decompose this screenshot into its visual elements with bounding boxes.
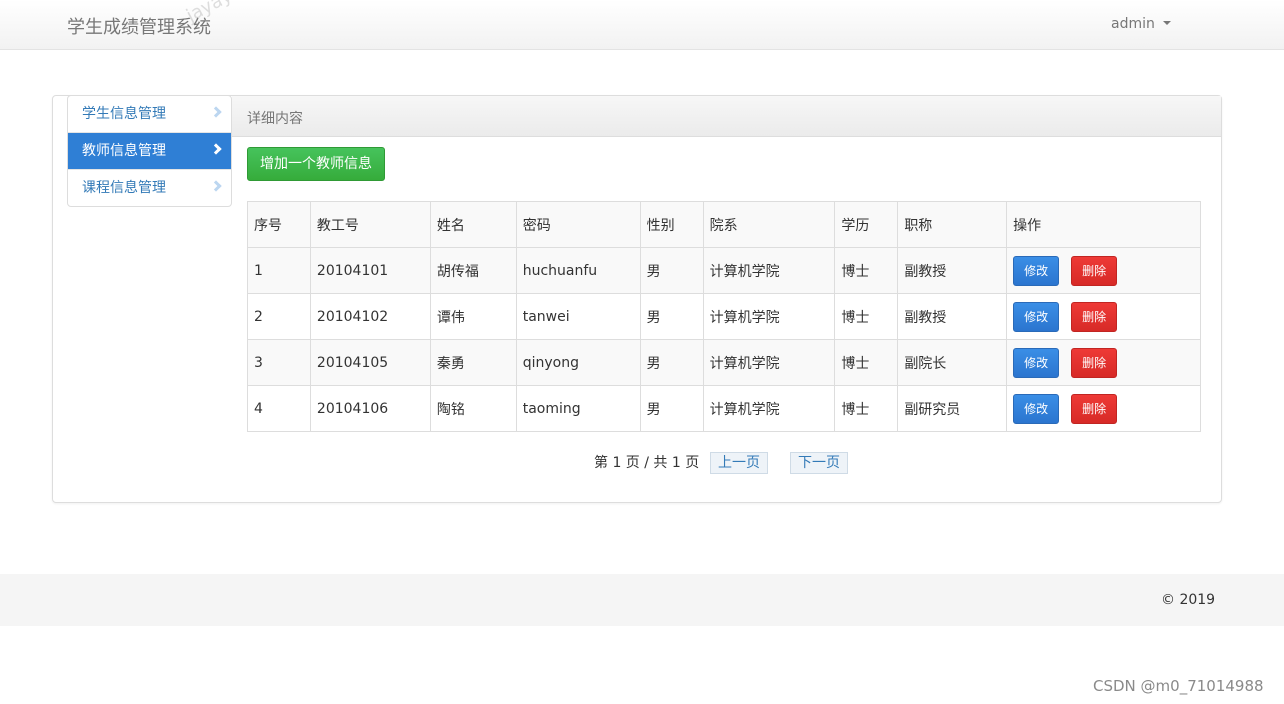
sidebar-item-student-info[interactable]: 学生信息管理: [68, 96, 231, 133]
cell-actions: 修改 删除: [1006, 339, 1201, 386]
teacher-table: 序号 教工号 姓名 密码 性别 院系 学历 职称 操作 1 20104101 胡…: [247, 201, 1201, 432]
cell-gender: 男: [639, 385, 704, 432]
edit-button[interactable]: 修改: [1013, 301, 1060, 332]
caret-down-icon: [1163, 21, 1172, 25]
cell-title: 副教授: [897, 293, 1008, 340]
column-header: 院系: [702, 201, 836, 248]
cell-actions: 修改 删除: [1006, 247, 1201, 294]
cell-name: 陶铭: [429, 385, 517, 432]
cell-index: 3: [247, 339, 311, 386]
top-navbar: 学生成绩管理系统 admin: [0, 0, 1284, 50]
cell-title: 副院长: [897, 339, 1008, 386]
chevron-right-icon: [210, 106, 222, 118]
table-row: 3 20104105 秦勇 qinyong 男 计算机学院 博士 副院长 修改删…: [247, 339, 1201, 386]
sidebar-item-teacher-info[interactable]: 教师信息管理: [68, 133, 231, 170]
add-teacher-button[interactable]: 增加一个教师信息: [247, 147, 385, 181]
cell-password: taoming: [515, 385, 641, 432]
table-row: 1 20104101 胡传福 huchuanfu 男 计算机学院 博士 副教授 …: [247, 247, 1201, 294]
cell-department: 计算机学院: [702, 293, 836, 340]
table-row: 2 20104102 谭伟 tanwei 男 计算机学院 博士 副教授 修改 删除: [247, 293, 1201, 340]
cell-department: 计算机学院: [702, 339, 836, 386]
column-header: 职称: [897, 201, 1008, 248]
cell-index: 4: [247, 385, 311, 432]
edit-button[interactable]: 修改: [1013, 255, 1060, 286]
cell-degree: 博士: [834, 385, 899, 432]
chevron-right-icon: [210, 143, 222, 155]
cell-staff-id: 20104105: [309, 339, 431, 386]
cell-staff-id: 20104101: [309, 247, 431, 294]
cell-staff-id: 20104102: [309, 293, 431, 340]
cell-index: 1: [247, 247, 311, 294]
cell-gender: 男: [639, 293, 704, 340]
cell-degree: 博士: [834, 247, 899, 294]
cell-degree: 博士: [834, 339, 899, 386]
cell-degree: 博士: [834, 293, 899, 340]
cell-password: tanwei: [515, 293, 641, 340]
table-header-row: 序号 教工号 姓名 密码 性别 院系 学历 职称 操作: [247, 201, 1201, 248]
column-header: 操作: [1006, 201, 1201, 248]
cell-name: 谭伟: [429, 293, 517, 340]
sidebar-item-label: 学生信息管理: [82, 106, 166, 122]
column-header: 性别: [639, 201, 704, 248]
cell-gender: 男: [639, 247, 704, 294]
panel-title: 详细内容: [247, 111, 303, 127]
delete-button[interactable]: 删除: [1071, 255, 1118, 286]
cell-name: 秦勇: [429, 339, 517, 386]
copyright-text: © 2019: [1161, 592, 1216, 608]
column-header: 教工号: [309, 201, 431, 248]
next-page-button[interactable]: 下一页: [790, 452, 848, 474]
sidebar-item-course-info[interactable]: 课程信息管理: [68, 170, 231, 207]
cell-password: huchuanfu: [515, 247, 641, 294]
user-name: admin: [1111, 16, 1155, 32]
column-header: 密码: [515, 201, 641, 248]
footer: [0, 574, 1284, 626]
column-header: 学历: [834, 201, 899, 248]
cell-password: qinyong: [515, 339, 641, 386]
cell-actions: 修改 删除: [1006, 293, 1201, 340]
delete-button[interactable]: 删除: [1071, 301, 1118, 332]
edit-button[interactable]: 修改: [1013, 393, 1060, 424]
prev-page-button[interactable]: 上一页: [710, 452, 768, 474]
cell-department: 计算机学院: [702, 247, 836, 294]
sidebar: 学生信息管理 教师信息管理 课程信息管理: [67, 95, 232, 207]
table-row: 4 20104106 陶铭 taoming 男 计算机学院 博士 副研究员 修改…: [247, 385, 1201, 432]
delete-button[interactable]: 删除: [1071, 347, 1118, 378]
pagination-info: 第 1 页 / 共 1 页: [594, 455, 700, 471]
cell-title: 副研究员: [897, 385, 1008, 432]
sidebar-item-label: 课程信息管理: [82, 180, 166, 196]
edit-button[interactable]: 修改: [1013, 347, 1060, 378]
cell-gender: 男: [639, 339, 704, 386]
column-header: 姓名: [429, 201, 517, 248]
cell-staff-id: 20104106: [309, 385, 431, 432]
cell-title: 副教授: [897, 247, 1008, 294]
panel-heading: [232, 96, 1221, 137]
delete-button[interactable]: 删除: [1071, 393, 1118, 424]
user-menu[interactable]: admin: [1111, 16, 1172, 32]
chevron-right-icon: [210, 180, 222, 192]
sidebar-item-label: 教师信息管理: [82, 143, 166, 159]
app-brand[interactable]: 学生成绩管理系统: [67, 13, 211, 39]
column-header: 序号: [247, 201, 311, 248]
cell-department: 计算机学院: [702, 385, 836, 432]
cell-name: 胡传福: [429, 247, 517, 294]
cell-actions: 修改 删除: [1006, 385, 1201, 432]
source-watermark: CSDN @m0_71014988: [1093, 677, 1264, 695]
cell-index: 2: [247, 293, 311, 340]
